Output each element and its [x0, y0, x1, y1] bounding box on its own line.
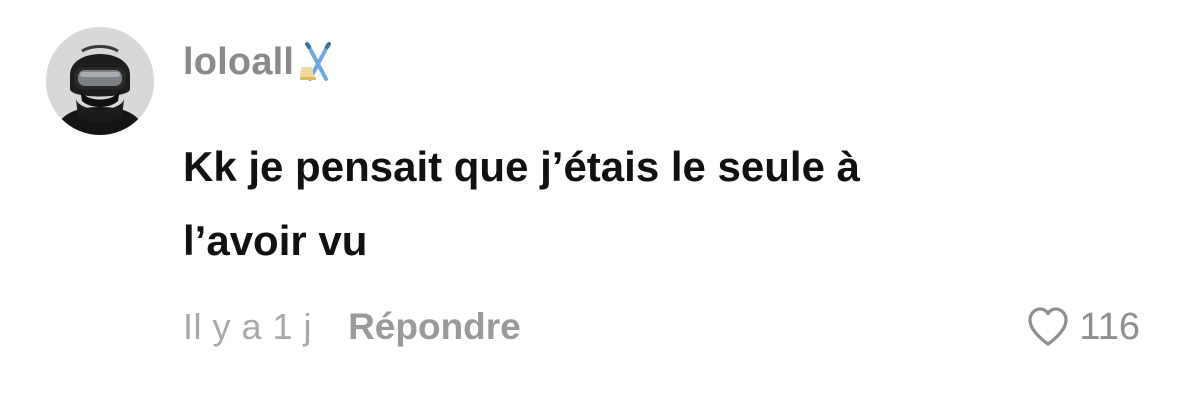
like-count: 116 [1079, 305, 1140, 348]
comment-item: loloall Kk je pensait que j’étais le seu… [0, 0, 1200, 416]
avatar-image [46, 27, 154, 135]
comment-text-line-1: Kk je pensait que j’étais le seule à [183, 143, 860, 190]
timestamp: Il y a 1 j [183, 306, 313, 347]
heart-outline-icon[interactable] [1025, 304, 1071, 350]
reply-button[interactable]: Répondre [348, 306, 521, 348]
like-button[interactable]: 116 [1025, 300, 1140, 354]
comment-text-line-2: l’avoir vu [183, 217, 368, 264]
username-row: loloall [183, 38, 338, 86]
comment-meta: Il y a 1 j Répondre [183, 300, 521, 354]
ski-icon [296, 41, 338, 83]
user-avatar[interactable] [46, 27, 154, 135]
username[interactable]: loloall [183, 41, 294, 84]
comment-text: Kk je pensait que j’étais le seule à l’a… [183, 130, 1083, 278]
